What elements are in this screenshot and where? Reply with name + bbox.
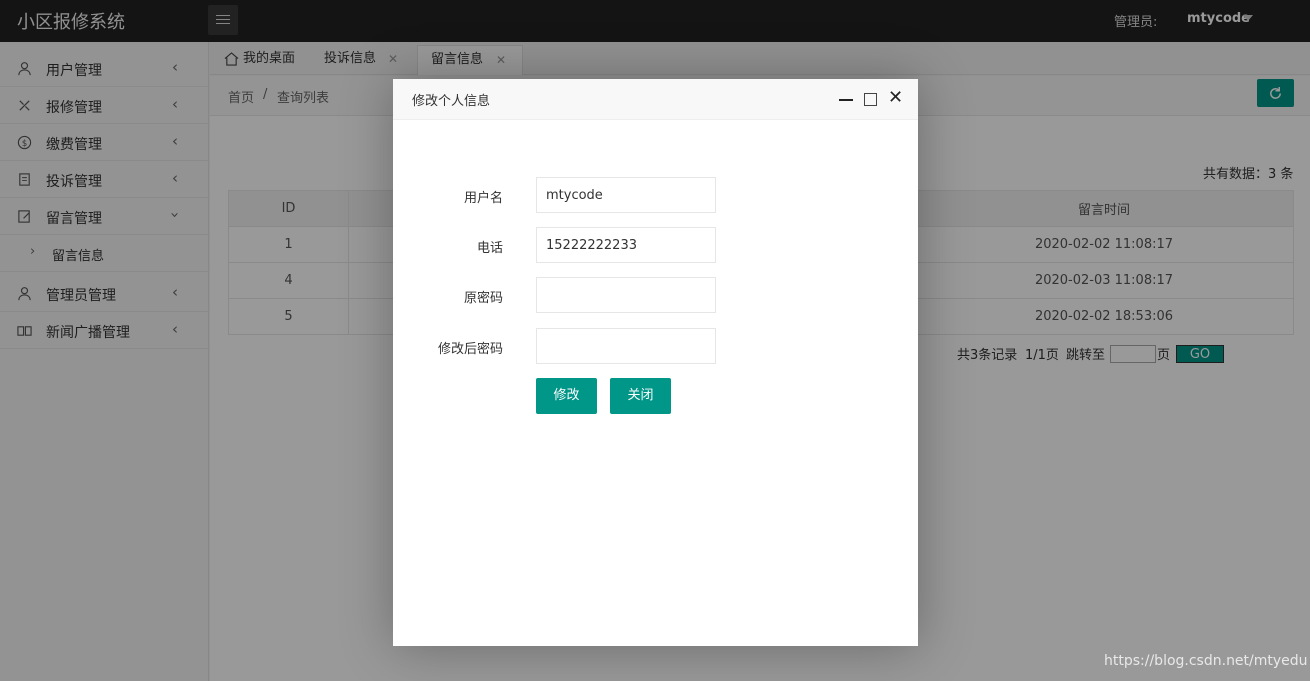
new-password-label: 修改后密码 <box>437 342 503 357</box>
modal-title: 修改个人信息 <box>412 94 491 109</box>
username-field[interactable] <box>536 177 716 213</box>
phone-label: 电话 <box>476 241 503 256</box>
edit-profile-modal: 修改个人信息 ✕ 用户名 电话 原密码 修改后密码 修改 关闭 <box>393 79 918 646</box>
maximize-icon[interactable] <box>864 93 877 106</box>
username-label: 用户名 <box>463 191 503 206</box>
old-password-field[interactable] <box>536 277 716 313</box>
watermark: https://blog.csdn.net/mtyedu <box>1104 653 1308 669</box>
submit-button[interactable]: 修改 <box>536 378 597 414</box>
close-icon[interactable]: ✕ <box>888 87 903 109</box>
minimize-icon[interactable] <box>839 99 853 101</box>
phone-field[interactable] <box>536 227 716 263</box>
old-password-label: 原密码 <box>463 291 503 306</box>
close-button[interactable]: 关闭 <box>610 378 671 414</box>
modal-header: 修改个人信息 ✕ <box>393 79 918 120</box>
new-password-field[interactable] <box>536 328 716 364</box>
